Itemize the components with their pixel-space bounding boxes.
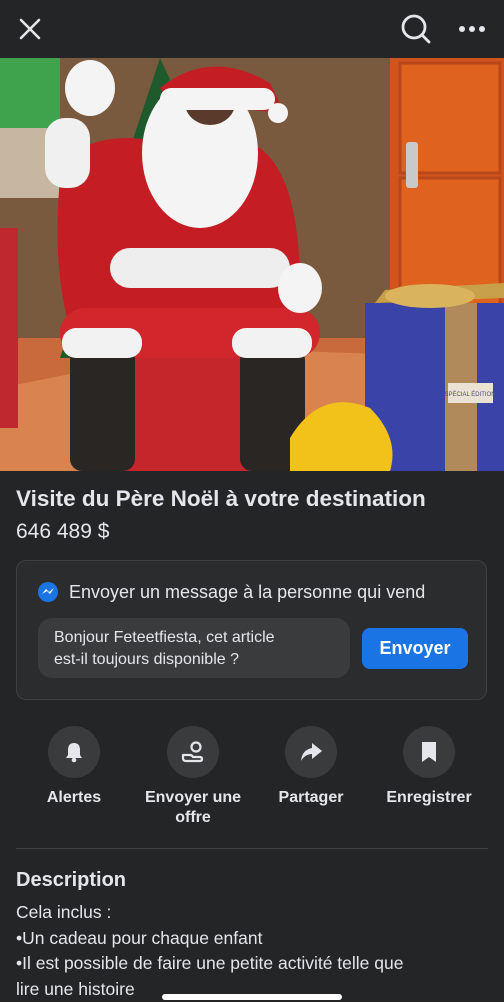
share-circle bbox=[285, 726, 337, 778]
send-message-button[interactable]: Envoyer bbox=[362, 628, 468, 669]
gift-tag-text: SPÉCIAL ÉDITION bbox=[444, 391, 495, 398]
save-label: Enregistrer bbox=[364, 788, 494, 808]
messenger-icon bbox=[37, 581, 59, 603]
message-header: Envoyer un message à la personne qui ven… bbox=[37, 581, 425, 603]
search-button[interactable] bbox=[396, 9, 436, 49]
message-input[interactable]: Bonjour Feteetfiesta, cet article est-il… bbox=[38, 618, 350, 678]
home-indicator bbox=[162, 994, 342, 1000]
message-line-2: est-il toujours disponible ? bbox=[54, 649, 334, 671]
close-button[interactable] bbox=[10, 9, 50, 49]
description-title: Description bbox=[16, 869, 126, 892]
search-icon bbox=[400, 13, 432, 45]
save-action[interactable]: Enregistrer bbox=[364, 726, 494, 808]
share-action[interactable]: Partager bbox=[246, 726, 376, 808]
message-card: Envoyer un message à la personne qui ven… bbox=[16, 560, 487, 700]
offer-circle bbox=[167, 726, 219, 778]
listing-title: Visite du Père Noël à votre destination bbox=[16, 486, 426, 512]
more-icon bbox=[458, 25, 486, 33]
offer-icon bbox=[180, 739, 206, 765]
alerts-action[interactable]: Alertes bbox=[9, 726, 139, 808]
description-line: •Un cadeau pour chaque enfant bbox=[16, 926, 496, 952]
top-bar bbox=[0, 0, 504, 58]
listing-price: 646 489 $ bbox=[16, 520, 109, 544]
alerts-circle bbox=[48, 726, 100, 778]
more-button[interactable] bbox=[452, 9, 492, 49]
make-offer-label: Envoyer une offre bbox=[128, 788, 258, 828]
bell-icon bbox=[62, 740, 86, 764]
santa-photo-illustration: SPÉCIAL ÉDITION bbox=[0, 58, 504, 471]
make-offer-label-2: offre bbox=[128, 808, 258, 828]
make-offer-action[interactable]: Envoyer une offre bbox=[128, 726, 258, 828]
description-text: Cela inclus : •Un cadeau pour chaque enf… bbox=[16, 900, 496, 1002]
alerts-label: Alertes bbox=[9, 788, 139, 808]
description-line: •Il est possible de faire une petite act… bbox=[16, 951, 496, 977]
listing-photo[interactable]: SPÉCIAL ÉDITION bbox=[0, 58, 504, 471]
action-row: Alertes Envoyer une offre Partager Enreg… bbox=[0, 726, 504, 836]
save-circle bbox=[403, 726, 455, 778]
make-offer-label-1: Envoyer une bbox=[128, 788, 258, 808]
divider bbox=[16, 848, 488, 849]
message-header-text: Envoyer un message à la personne qui ven… bbox=[69, 582, 425, 603]
message-line-1: Bonjour Feteetfiesta, cet article bbox=[54, 627, 334, 649]
share-label: Partager bbox=[246, 788, 376, 808]
description-line: Cela inclus : bbox=[16, 900, 496, 926]
close-icon bbox=[18, 17, 42, 41]
share-icon bbox=[298, 739, 324, 765]
bookmark-icon bbox=[419, 740, 439, 764]
